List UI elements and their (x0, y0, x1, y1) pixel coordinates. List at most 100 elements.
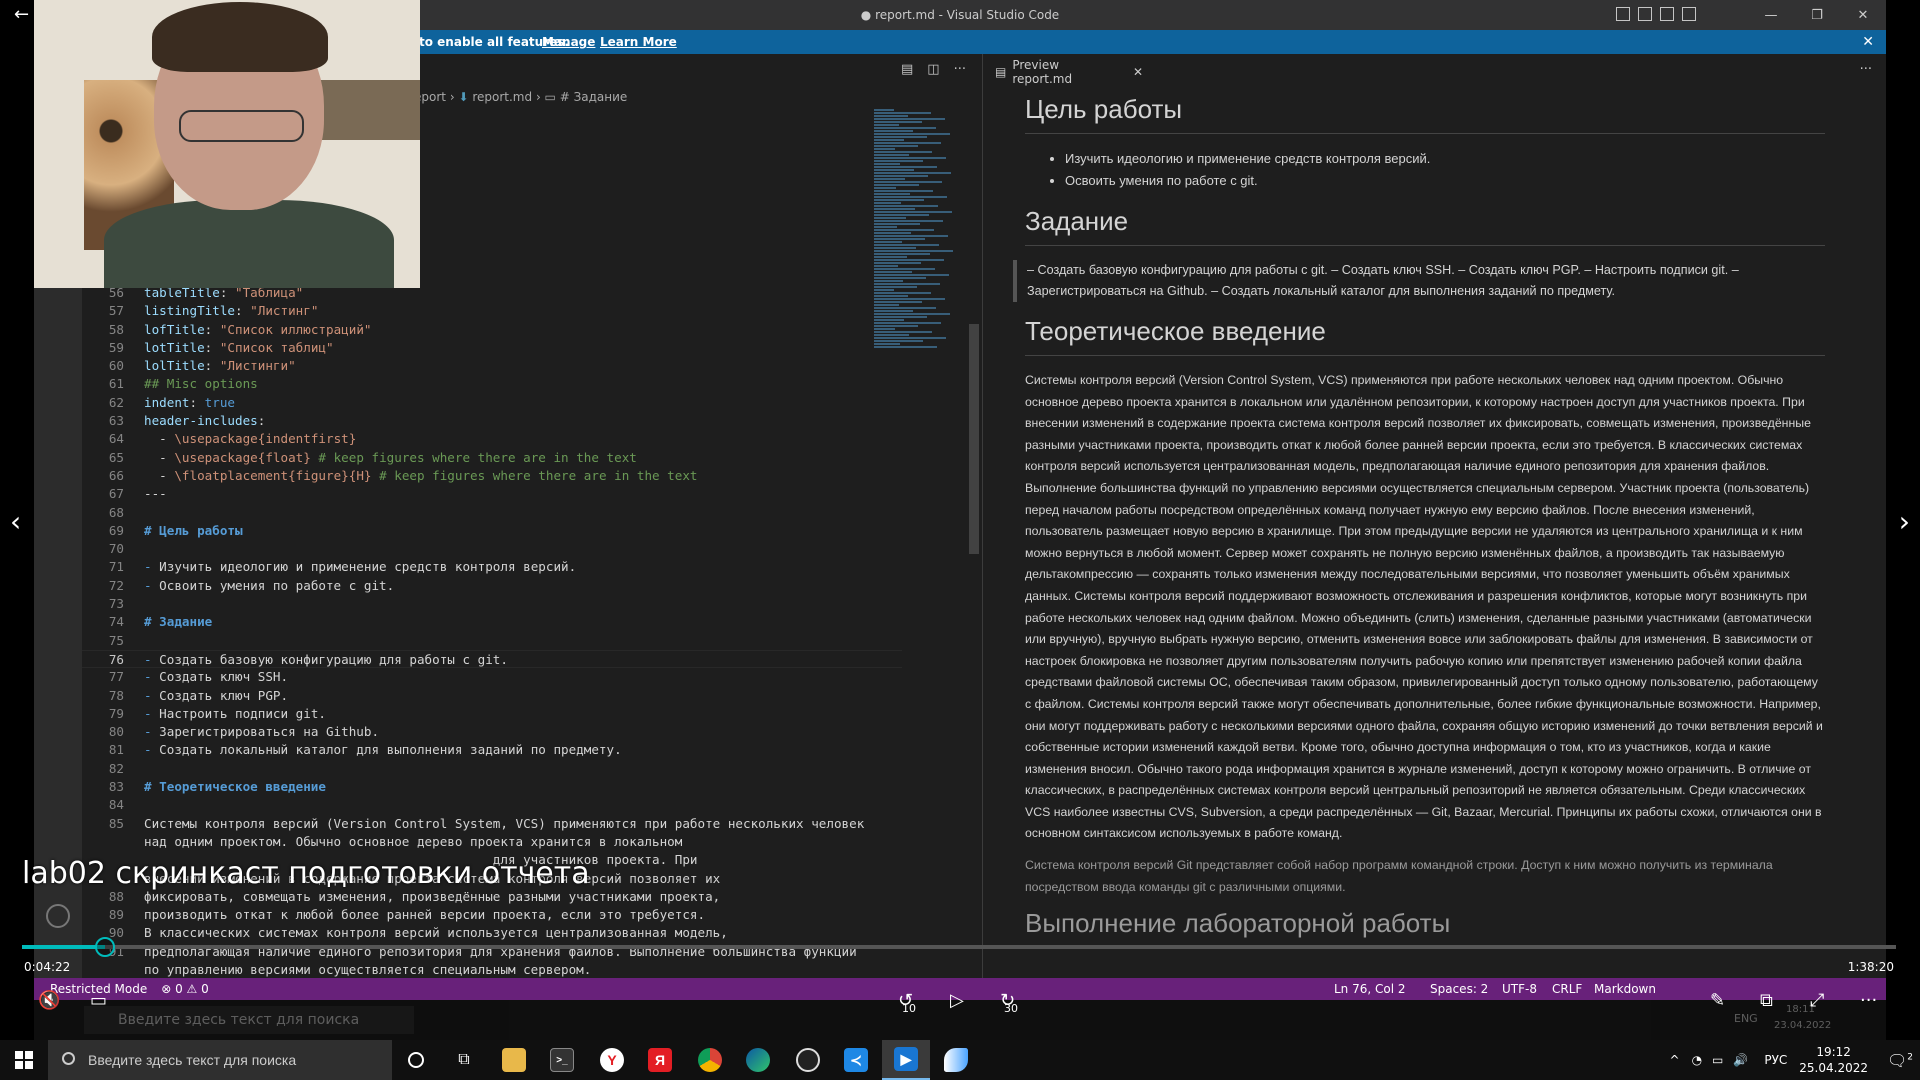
more-actions-icon[interactable]: ··· (954, 62, 966, 77)
close-window-icon[interactable]: ✕ (1840, 0, 1886, 30)
task-view-icon[interactable]: ⧉ (440, 1040, 488, 1080)
toggle-panel-icon[interactable] (1638, 7, 1652, 21)
minimap-line (874, 133, 950, 135)
tab-close-icon[interactable]: ✕ (1133, 65, 1143, 79)
pip-icon[interactable]: ⧉ (1760, 990, 1773, 1011)
code-line[interactable]: 84 (82, 796, 902, 814)
back-arrow-icon[interactable]: ← (14, 4, 29, 25)
progress-knob[interactable] (95, 937, 115, 957)
prev-chevron-icon[interactable]: ‹ (10, 505, 21, 538)
code-line[interactable]: 57 listingTitle: "Листинг" (82, 302, 902, 320)
code-line[interactable]: 62 indent: true (82, 394, 902, 412)
player-more-icon[interactable]: ··· (1860, 990, 1877, 1011)
preview-more-icon[interactable]: ··· (1860, 62, 1872, 77)
open-preview-side-icon[interactable]: ▤ (901, 62, 913, 77)
clock[interactable]: 19:12 25.04.2022 (1799, 1044, 1868, 1076)
next-chevron-icon[interactable]: › (1899, 505, 1910, 538)
line-number: 74 (108, 614, 124, 630)
code-line[interactable]: 70 (82, 540, 902, 558)
vscode-icon[interactable]: ≺ (832, 1040, 880, 1080)
toggle-sidebar-icon[interactable] (1616, 7, 1630, 21)
code-line[interactable]: 66 - \floatplacement{figure}{H} # keep f… (82, 467, 902, 485)
minimize-icon[interactable]: — (1748, 0, 1794, 30)
yandex-browser-icon[interactable]: Y (588, 1040, 636, 1080)
account-icon[interactable] (46, 904, 70, 928)
video-player-icon[interactable]: ▶ (882, 1040, 930, 1080)
code-line[interactable]: 68 (82, 504, 902, 522)
encoding-status[interactable]: UTF-8 (1502, 982, 1537, 996)
code-line[interactable]: 83 # Теоретическое введение (82, 778, 902, 796)
code-token: Создать ключ PGP. (159, 687, 289, 703)
tab-preview[interactable]: ▤ Preview report.md ✕ (983, 54, 1143, 89)
language-status[interactable]: Markdown (1594, 982, 1656, 996)
file-explorer-icon[interactable] (490, 1040, 538, 1080)
language-indicator[interactable]: РУС (1764, 1053, 1787, 1067)
banner-close-icon[interactable]: ✕ (1862, 34, 1874, 50)
code-line[interactable]: 63 header-includes: (82, 412, 902, 430)
yandex-icon[interactable]: Я (636, 1040, 684, 1080)
code-line[interactable]: 90 В классических системах контроля верси… (82, 924, 902, 942)
code-line[interactable]: по управлению версиями осуществляется сп… (82, 961, 902, 979)
start-button[interactable] (0, 1040, 48, 1080)
minimap[interactable] (874, 109, 969, 369)
video-progress-bar[interactable] (22, 937, 1896, 957)
restore-icon[interactable]: ❐ (1794, 0, 1840, 30)
taskbar-search[interactable]: Введите здесь текст для поиска (48, 1040, 392, 1080)
edge-icon[interactable] (734, 1040, 782, 1080)
manage-link[interactable]: Manage (542, 35, 595, 49)
code-line[interactable]: 85 Системы контроля версий (Version Contr… (82, 815, 902, 833)
customize-layout-icon[interactable] (1682, 7, 1696, 21)
code-line[interactable]: 89 производить откат к любой более ранней… (82, 906, 902, 924)
code-line[interactable]: 77 - Создать ключ SSH. (82, 668, 902, 686)
code-line[interactable]: 75 (82, 632, 902, 650)
edit-pen-icon[interactable]: ✎ (1710, 990, 1725, 1011)
code-line[interactable]: 71 - Изучить идеологию и применение средс… (82, 558, 902, 576)
code-line[interactable]: 59 lotTitle: "Список таблиц" (82, 339, 902, 357)
network-icon[interactable]: ▭ (1712, 1053, 1723, 1067)
app-wing-icon[interactable] (932, 1040, 980, 1080)
tray-app-icon[interactable]: ◔ (1692, 1053, 1702, 1067)
editor-scrollbar[interactable] (969, 324, 979, 554)
code-line[interactable]: 69 # Цель работы (82, 522, 902, 540)
code-line[interactable]: 60 lolTitle: "Листинги" (82, 357, 902, 375)
code-line[interactable]: 58 lofTitle: "Список иллюстраций" (82, 321, 902, 339)
code-line[interactable]: 61 ## Misc options (82, 375, 902, 393)
code-line[interactable]: 76 - Создать базовую конфигурацию для раб… (82, 649, 902, 669)
subtitles-icon[interactable]: ▭ (90, 990, 107, 1011)
code-line[interactable]: 78 - Создать ключ PGP. (82, 687, 902, 705)
mute-icon[interactable]: 🔇 (38, 990, 60, 1011)
skip-back-icon[interactable]: ↺ 10 (898, 990, 916, 1015)
cursor-position[interactable]: Ln 76, Col 2 (1334, 982, 1406, 996)
volume-icon[interactable]: 🔊 (1733, 1053, 1748, 1067)
learn-more-link[interactable]: Learn More (600, 35, 677, 49)
code-line[interactable]: 79 - Настроить подписи git. (82, 705, 902, 723)
code-line[interactable]: 81 - Создать локальный каталог для выполн… (82, 741, 902, 759)
split-editor-icon[interactable]: ◫ (927, 62, 939, 77)
chrome-icon[interactable] (686, 1040, 734, 1080)
obs-icon[interactable] (784, 1040, 832, 1080)
skip-forward-icon[interactable]: ↻ 30 (1000, 990, 1018, 1015)
code-line[interactable]: 65 - \usepackage{float} # keep figures w… (82, 449, 902, 467)
line-number: 76 (108, 651, 124, 667)
code-line[interactable]: 82 (82, 760, 902, 778)
code-line[interactable]: 74 # Задание (82, 613, 902, 631)
code-line[interactable]: 73 (82, 595, 902, 613)
code-line[interactable]: над одним проектом. Обычно основное дере… (82, 833, 902, 851)
cortana-icon[interactable] (392, 1040, 440, 1080)
breadcrumb-section[interactable]: # Задание (560, 90, 628, 104)
breadcrumb-file[interactable]: report.md (472, 90, 532, 104)
notification-center-icon[interactable]: 🗨2 (1880, 1051, 1920, 1070)
code-line[interactable]: 80 - Зарегистрироваться на Github. (82, 723, 902, 741)
minimap-line (874, 115, 908, 117)
problems-status[interactable]: ⊗ 0 ⚠ 0 (161, 982, 209, 996)
toggle-secondary-sidebar-icon[interactable] (1660, 7, 1674, 21)
eol-status[interactable]: CRLF (1552, 982, 1582, 996)
code-line[interactable]: 72 - Освоить умения по работе с git. (82, 577, 902, 595)
tray-chevron-icon[interactable]: ^ (1670, 1053, 1680, 1067)
fullscreen-icon[interactable]: ⤢ (1810, 990, 1824, 1011)
play-icon[interactable]: ▷ (950, 990, 964, 1011)
indentation-status[interactable]: Spaces: 2 (1430, 982, 1488, 996)
terminal-icon[interactable]: >_ (538, 1040, 586, 1080)
code-line[interactable]: 64 - \usepackage{indentfirst} (82, 430, 902, 448)
code-line[interactable]: 67 --- (82, 485, 902, 503)
